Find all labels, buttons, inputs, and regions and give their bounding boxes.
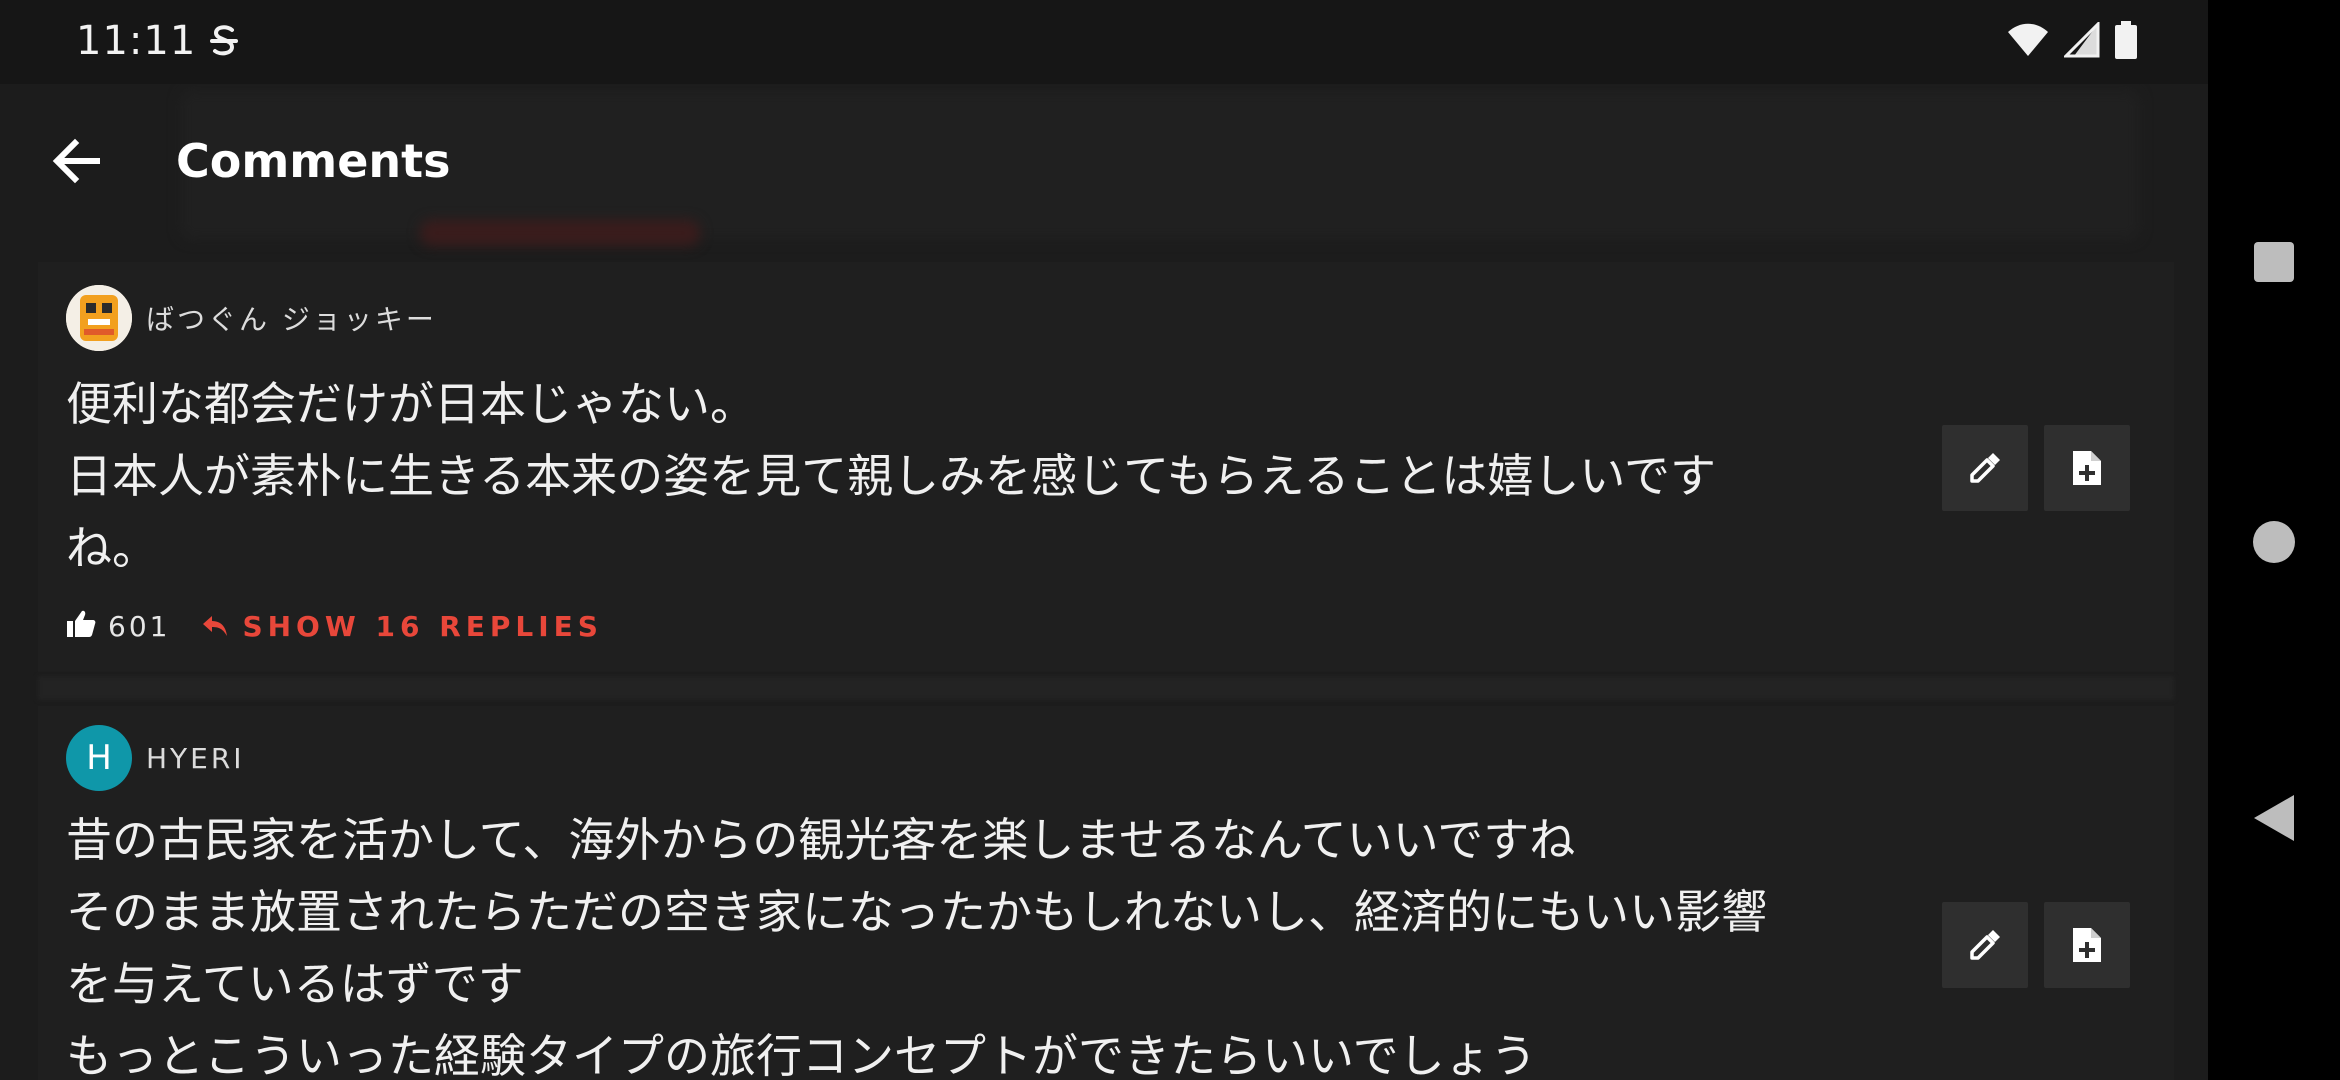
top-app-bar: Comments [0,84,2208,244]
add-note-button[interactable] [2044,425,2130,511]
comment-author-name: ばつぐん ジョッキー [146,303,437,336]
device-screen: 11:11 Comments ばつぐん ジョッキー 便利な都会だけが日本じゃない… [0,0,2340,1080]
triangle-back-icon [2254,795,2294,841]
comment-card: H HYERI 昔の古民家を活かして、海外からの観光客を楽しませるなんていいです… [38,706,2174,1080]
cell-signal-icon [2062,20,2100,62]
avatar[interactable]: H [66,725,132,791]
square-icon [2254,242,2294,282]
navigation-bar [2208,0,2340,1080]
avatar[interactable] [66,285,132,351]
comment-actions [1942,425,2130,511]
circle-icon [2253,521,2295,563]
back-button[interactable] [40,124,114,198]
recents-button[interactable] [2208,230,2340,294]
reply-arrow-icon [203,616,228,636]
file-plus-icon [2073,451,2101,485]
comment-text: 昔の古民家を活かして、海外からの観光客を楽しませるなんていいですね そのまま放置… [66,813,1768,1080]
comment-author-row: H HYERI [66,724,245,792]
comment-card: ばつぐん ジョッキー 便利な都会だけが日本じゃない。 日本人が素朴に生きる本来の… [38,262,2174,672]
comment-meta-row: 601 SHOW 16 REPLIES [66,604,603,648]
file-plus-icon [2073,928,2101,962]
show-replies-button[interactable]: SHOW 16 REPLIES [202,610,603,643]
pick-comment-button[interactable] [1942,902,2028,988]
comment-text: 便利な都会だけが日本じゃない。 日本人が素朴に生きる本来の姿を見て親しみを感じて… [66,377,1717,575]
comment-actions [1942,902,2130,988]
home-button[interactable] [2208,510,2340,574]
system-back-button[interactable] [2208,786,2340,850]
eyedropper-icon [1970,930,2000,960]
add-note-button[interactable] [2044,902,2130,988]
show-replies-label: SHOW 16 REPLIES [242,609,603,643]
wifi-icon [2006,22,2050,62]
status-time: 11:11 [76,18,197,64]
battery-icon [2114,21,2138,63]
thumbs-up-icon[interactable] [66,609,96,643]
status-bar: 11:11 [0,0,2208,84]
app-window: 11:11 Comments ばつぐん ジョッキー 便利な都会だけが日本じゃない… [0,0,2208,1080]
status-icons [2006,20,2138,63]
pick-comment-button[interactable] [1942,425,2028,511]
page-title: Comments [176,134,451,188]
comment-author-name: HYERI [146,741,245,775]
divider [38,676,2174,700]
comment-author-row: ばつぐん ジョッキー [66,284,437,352]
app-notification-icon [204,20,244,64]
eyedropper-icon [1970,453,2000,483]
like-count: 601 [108,609,171,643]
arrow-left-icon [52,138,100,184]
